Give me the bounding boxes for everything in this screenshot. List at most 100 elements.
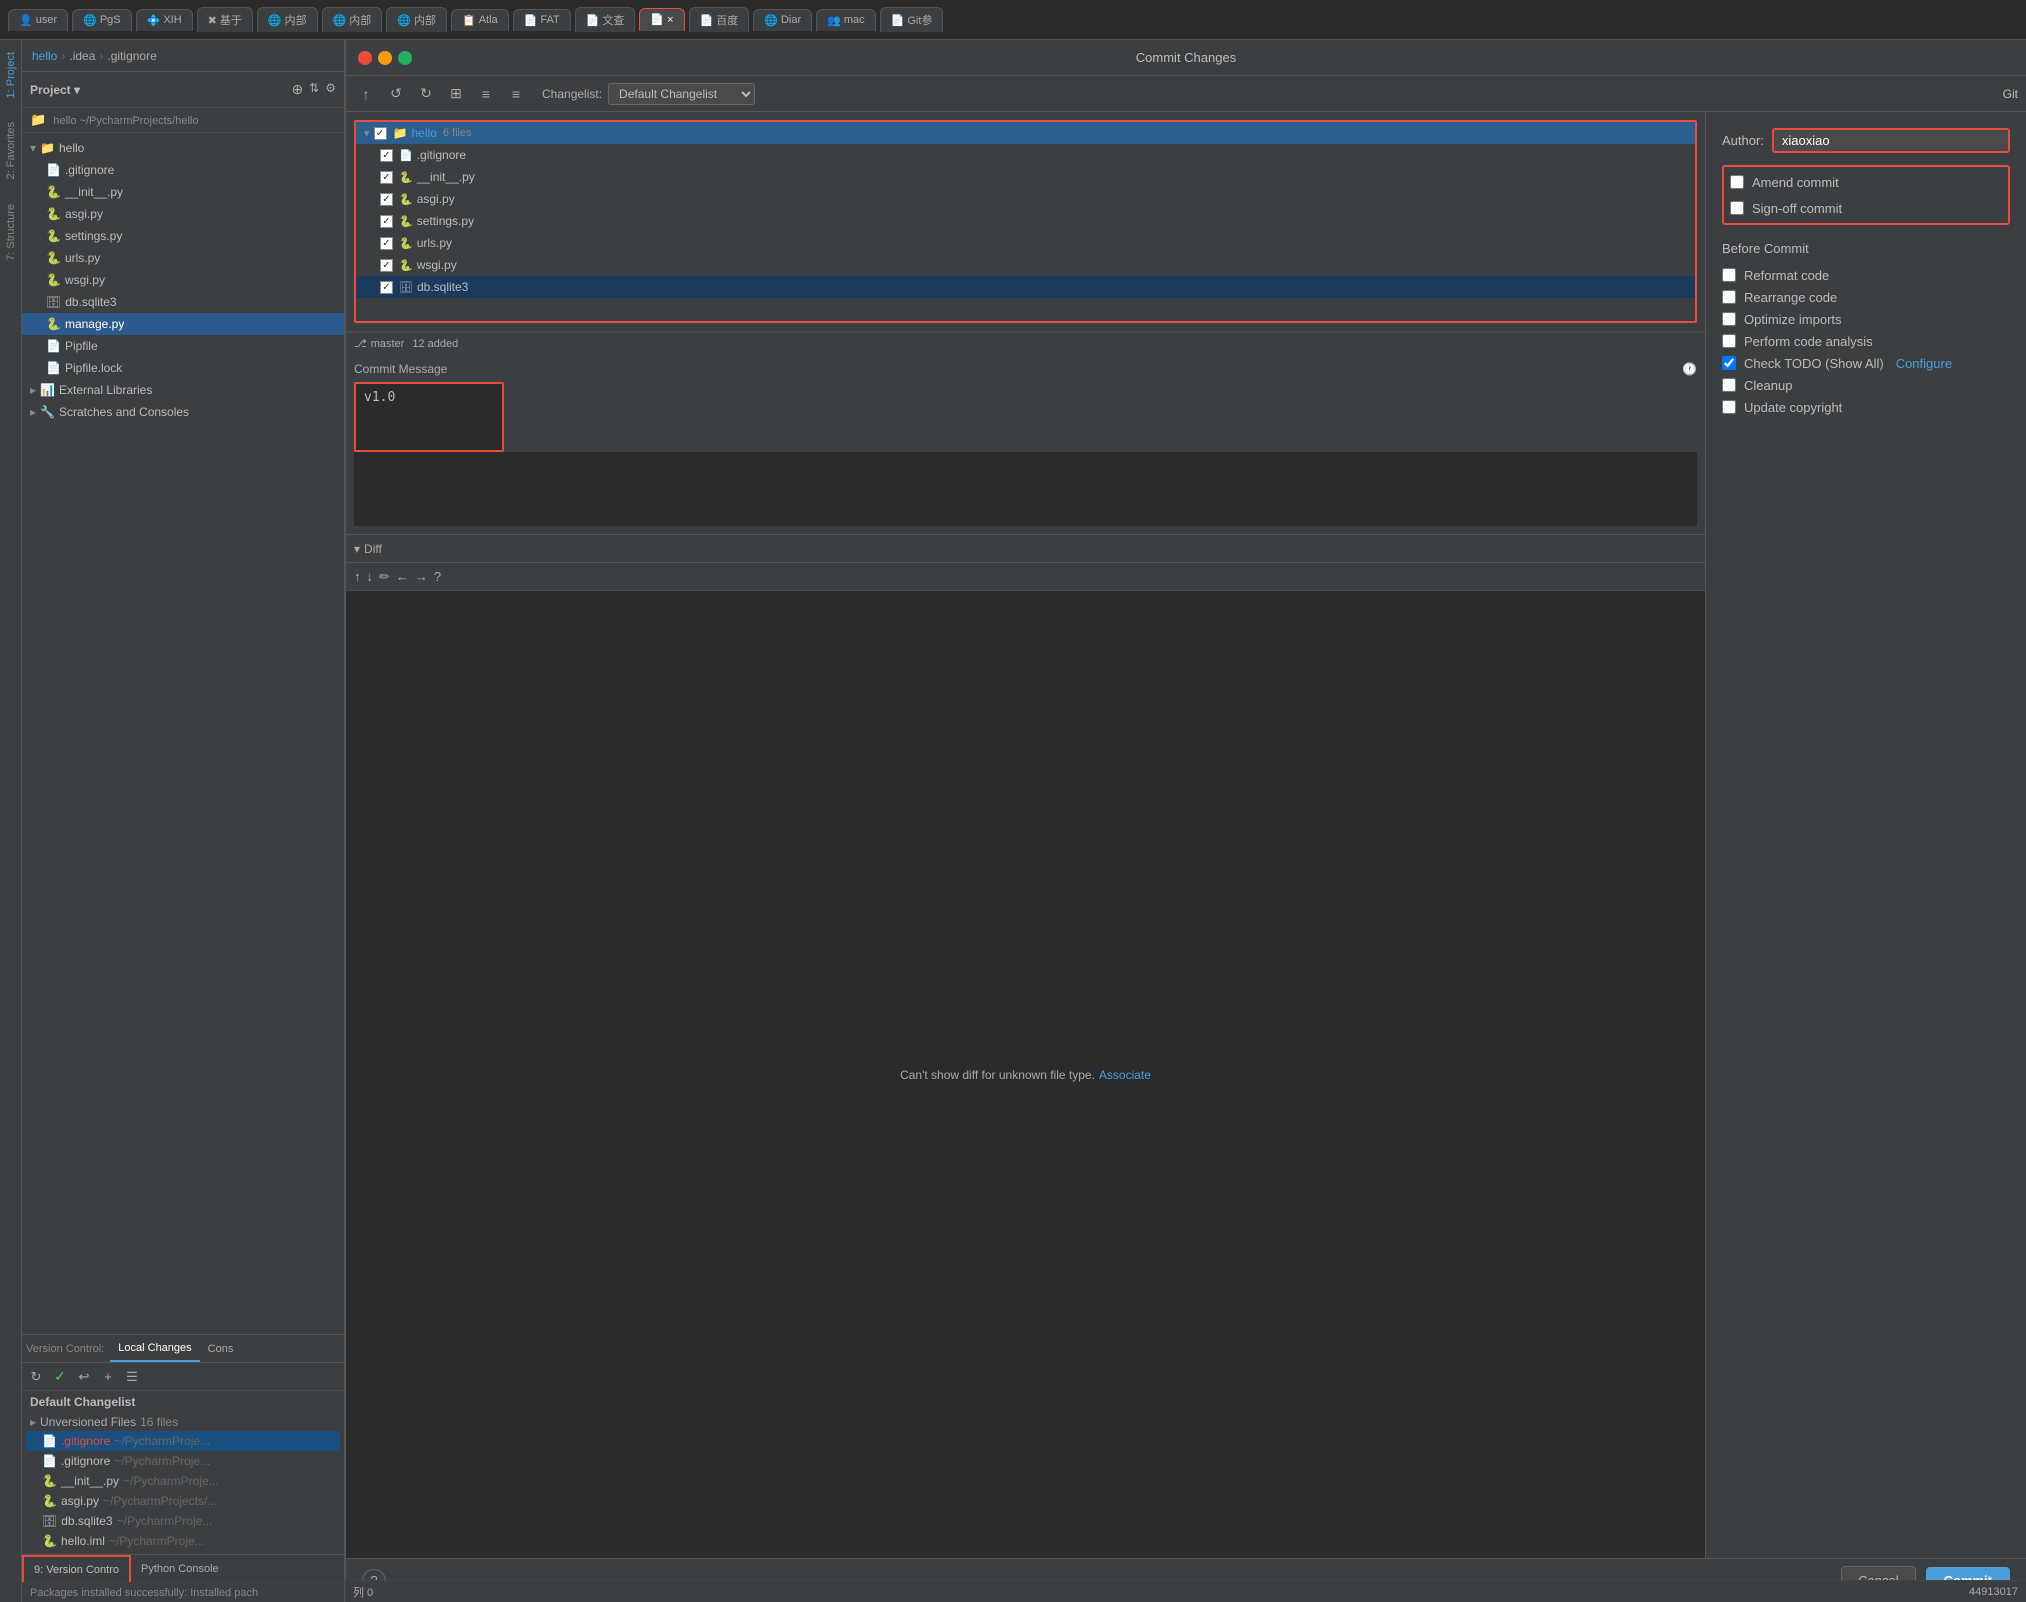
tree-item-scratches[interactable]: ▸ 🔧 Scratches and Consoles	[22, 401, 344, 423]
ftree-gitignore[interactable]: ✓ 📄 .gitignore	[356, 144, 1695, 166]
configure-link[interactable]: Configure	[1896, 356, 1952, 371]
sync-button[interactable]: ⇅	[309, 81, 319, 98]
commit-message-input[interactable]: v1.0	[354, 382, 504, 452]
ftree-wsgi[interactable]: ✓ 🐍 wsgi.py	[356, 254, 1695, 276]
ftree-asgi-checkbox[interactable]: ✓	[380, 193, 393, 206]
tab-xih[interactable]: 💠XIH	[136, 9, 193, 31]
vc-add[interactable]: +	[98, 1367, 118, 1387]
update-copyright-checkbox[interactable]	[1722, 400, 1736, 414]
diff-toggle[interactable]: ▾ Diff	[354, 542, 382, 556]
ftree-settings-checkbox[interactable]: ✓	[380, 215, 393, 228]
ftree-db[interactable]: ✓ 🗄 db.sqlite3	[356, 276, 1695, 298]
toolbar-grid-btn[interactable]: ⊞	[444, 82, 468, 106]
check-todo-checkbox[interactable]	[1722, 356, 1736, 370]
reformat-code-checkbox[interactable]	[1722, 268, 1736, 282]
diff-right-btn[interactable]: →	[415, 569, 428, 584]
tab-diar[interactable]: 🌐Diar	[753, 9, 812, 31]
ftree-settings[interactable]: ✓ 🐍 settings.py	[356, 210, 1695, 232]
toolbar-sort-desc-btn[interactable]: ≡	[504, 82, 528, 106]
vc-checkmark[interactable]: ✓	[50, 1367, 70, 1387]
toolbar-redo-btn[interactable]: ↻	[414, 82, 438, 106]
optimize-imports-checkbox[interactable]	[1722, 312, 1736, 326]
sidebar-tab-favorites[interactable]: 2: Favorites	[2, 110, 20, 191]
ftree-asgi[interactable]: ✓ 🐍 asgi.py	[356, 188, 1695, 210]
rearrange-code-label: Rearrange code	[1744, 290, 1837, 305]
ftree-urls-checkbox[interactable]: ✓	[380, 237, 393, 250]
ftree-wsgi-checkbox[interactable]: ✓	[380, 259, 393, 272]
tab-git[interactable]: 📄Git参	[880, 7, 944, 32]
tree-item-manage[interactable]: 🐍 manage.py	[22, 313, 344, 335]
close-button[interactable]	[358, 51, 372, 65]
file-item-4[interactable]: 🐍 asgi.py ~/PycharmProjects/...	[26, 1491, 340, 1511]
tree-item-pipfilelock[interactable]: 📄 Pipfile.lock	[22, 357, 344, 379]
cleanup-checkbox[interactable]	[1722, 378, 1736, 392]
python-console-tab[interactable]: Python Console	[131, 1555, 229, 1582]
tab-fat[interactable]: 📄FAT	[513, 9, 571, 31]
ftree-root[interactable]: ▾ ✓ 📁 hello 6 files	[356, 122, 1695, 144]
file-item-6[interactable]: 🐍 hello.iml ~/PycharmProje...	[26, 1531, 340, 1551]
signoff-commit-checkbox[interactable]	[1730, 201, 1744, 215]
tree-item-hello[interactable]: ▾ 📁 hello	[22, 137, 344, 159]
tab-active[interactable]: 📄×	[639, 8, 684, 31]
tab-neibus1[interactable]: 🌐内部	[257, 7, 318, 32]
minimize-button[interactable]	[378, 51, 392, 65]
ftree-init[interactable]: ✓ 🐍 __init__.py	[356, 166, 1695, 188]
tab-pgs[interactable]: 🌐PgS	[72, 9, 132, 31]
diff-left-btn[interactable]: ←	[396, 569, 409, 584]
tree-item-asgi[interactable]: 🐍 asgi.py	[22, 203, 344, 225]
add-button[interactable]: ⊕	[291, 81, 303, 98]
rearrange-code-row: Rearrange code	[1722, 286, 2010, 308]
ftree-gitignore-checkbox[interactable]: ✓	[380, 149, 393, 162]
toolbar-undo-btn[interactable]: ↺	[384, 82, 408, 106]
tab-baidu[interactable]: 📄百度	[689, 7, 750, 32]
file-item-2[interactable]: 📄 .gitignore ~/PycharmProje...	[26, 1451, 340, 1471]
vc-undo[interactable]: ↩	[74, 1367, 94, 1387]
diff-edit-btn[interactable]: ✏	[379, 569, 390, 585]
file-item-3[interactable]: 🐍 __init__.py ~/PycharmProje...	[26, 1471, 340, 1491]
settings-button[interactable]: ⚙	[325, 81, 336, 98]
tab-atla[interactable]: 📋Atla	[451, 9, 509, 31]
tree-item-pipfile[interactable]: 📄 Pipfile	[22, 335, 344, 357]
maximize-button[interactable]	[398, 51, 412, 65]
local-changes-tab[interactable]: Local Changes	[110, 1335, 199, 1362]
toolbar-sort-asc-btn[interactable]: ≡	[474, 82, 498, 106]
file-item-5[interactable]: 🗄 db.sqlite3 ~/PycharmProje...	[26, 1511, 340, 1531]
author-input[interactable]	[1772, 128, 2010, 153]
author-row: Author:	[1722, 128, 2010, 153]
tree-item-wsgi[interactable]: 🐍 wsgi.py	[22, 269, 344, 291]
tree-item-extlibs[interactable]: ▸ 📊 External Libraries	[22, 379, 344, 401]
version-control-tab[interactable]: 9: Version Contro	[22, 1555, 131, 1582]
tab-neibus2[interactable]: 🌐内部	[322, 7, 383, 32]
diff-up-btn[interactable]: ↑	[354, 569, 361, 584]
ftree-init-checkbox[interactable]: ✓	[380, 171, 393, 184]
project-header[interactable]: Project ▾ ⊕ ⇅ ⚙	[22, 72, 344, 108]
tree-item-gitignore[interactable]: 📄 .gitignore	[22, 159, 344, 181]
diff-associate-link[interactable]: Associate	[1099, 1068, 1151, 1082]
tab-wencha[interactable]: 📄文查	[575, 7, 636, 32]
file-item-1[interactable]: 📄 .gitignore ~/PycharmProje...	[26, 1431, 340, 1451]
tree-item-init[interactable]: 🐍 __init__.py	[22, 181, 344, 203]
diff-down-btn[interactable]: ↓	[367, 569, 374, 584]
sidebar-tab-project[interactable]: 1: Project	[2, 40, 20, 110]
reformat-code-label: Reformat code	[1744, 268, 1829, 283]
ftree-urls[interactable]: ✓ 🐍 urls.py	[356, 232, 1695, 254]
amend-commit-checkbox[interactable]	[1730, 175, 1744, 189]
changelist-select[interactable]: Default Changelist	[608, 83, 755, 105]
toolbar-pin-btn[interactable]: ↑	[354, 82, 378, 106]
ftree-db-checkbox[interactable]: ✓	[380, 281, 393, 294]
perform-analysis-checkbox[interactable]	[1722, 334, 1736, 348]
sidebar-tab-structure[interactable]: 7: Structure	[2, 192, 20, 273]
cons-tab[interactable]: Cons	[200, 1335, 242, 1362]
tab-jiyus[interactable]: ✖基于	[197, 7, 253, 32]
tab-mac[interactable]: 👥mac	[816, 9, 875, 31]
vc-refresh-btn[interactable]: ↻	[26, 1367, 46, 1387]
diff-help-btn[interactable]: ?	[434, 569, 441, 584]
tab-user[interactable]: 👤user	[8, 9, 68, 31]
tab-neibus3[interactable]: 🌐内部	[386, 7, 447, 32]
tree-item-settings[interactable]: 🐍 settings.py	[22, 225, 344, 247]
ftree-root-checkbox[interactable]: ✓	[374, 127, 387, 140]
tree-item-db[interactable]: 🗄 db.sqlite3	[22, 291, 344, 313]
rearrange-code-checkbox[interactable]	[1722, 290, 1736, 304]
vc-list[interactable]: ☰	[122, 1367, 142, 1387]
tree-item-urls[interactable]: 🐍 urls.py	[22, 247, 344, 269]
